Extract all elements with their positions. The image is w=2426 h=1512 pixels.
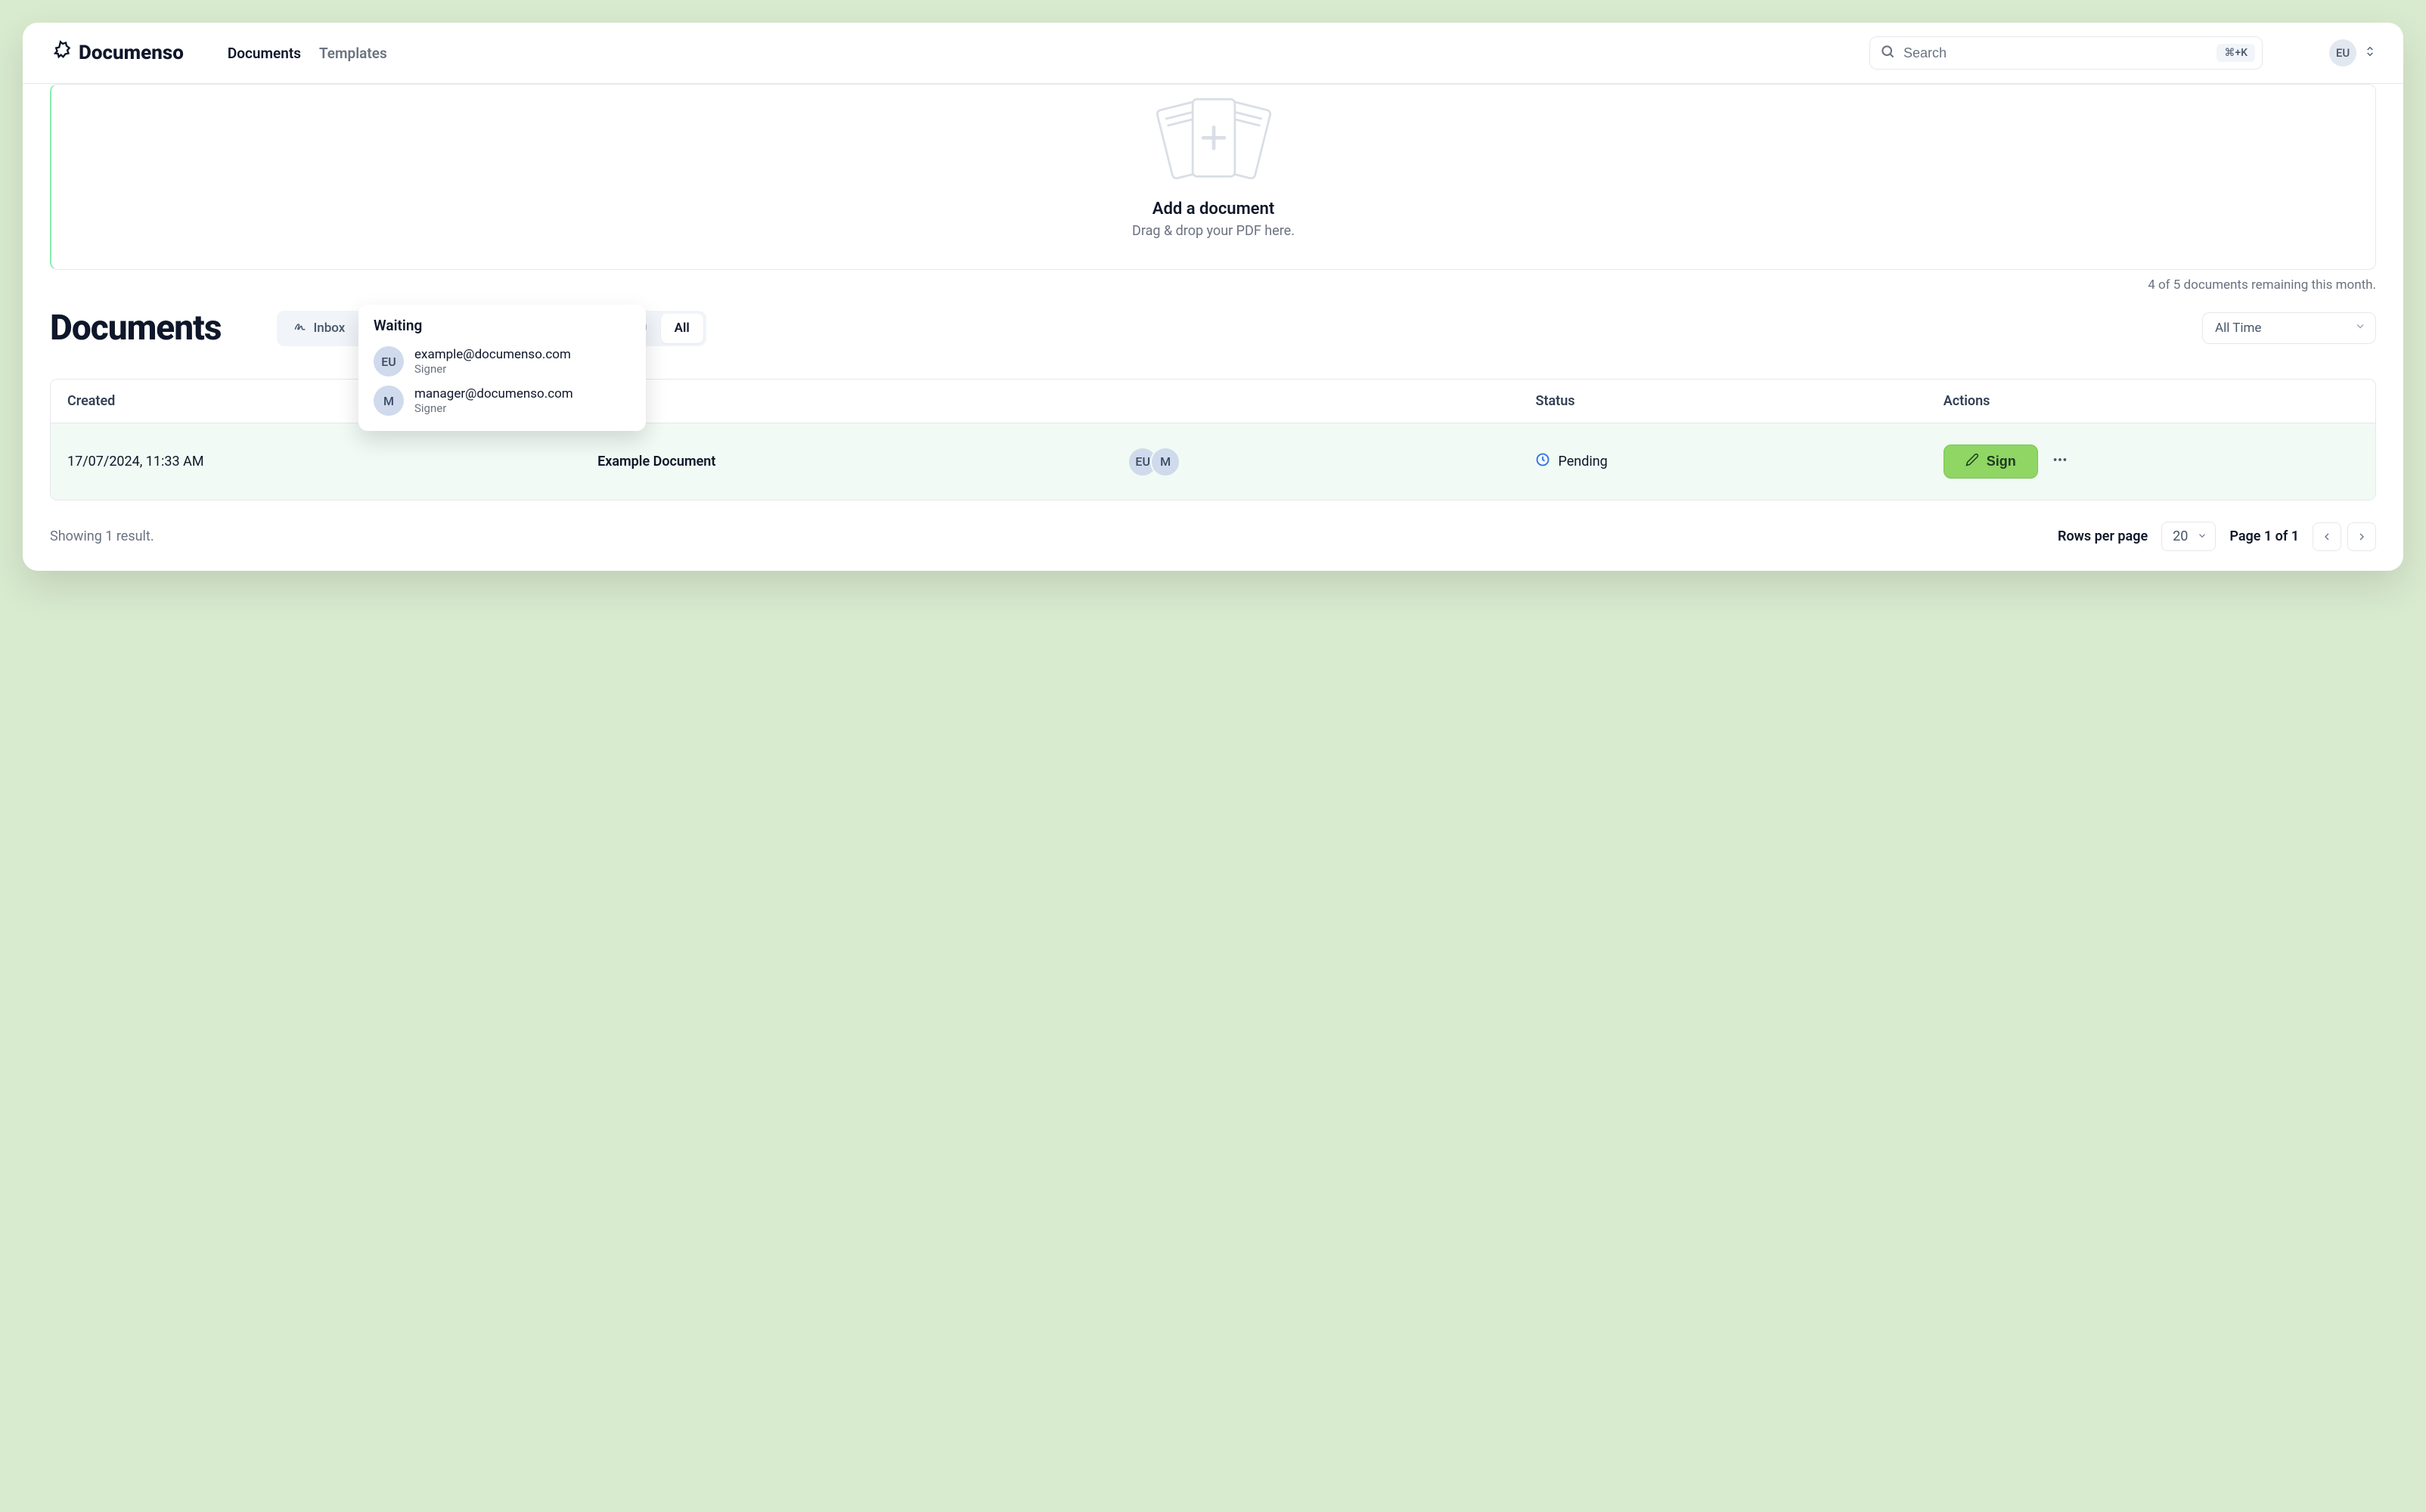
recipients-popover: Waiting EU example@documenso.com Signer … (358, 305, 646, 431)
sign-label: Sign (1987, 454, 2016, 469)
tab-all-label: All (675, 321, 690, 336)
time-filter-select[interactable]: All Time (2202, 312, 2376, 344)
user-menu[interactable]: EU (2329, 39, 2376, 67)
avatar-chip: M (1150, 447, 1180, 477)
user-avatar: EU (2329, 39, 2356, 67)
cell-actions: Sign (1927, 431, 2375, 492)
col-actions: Actions (1927, 380, 2375, 423)
search-shortcut: ⌘+K (2217, 44, 2255, 62)
content: Add a document Drag & drop your PDF here… (23, 84, 2403, 571)
tab-all[interactable]: All (661, 314, 703, 343)
brand[interactable]: Documenso (50, 40, 184, 67)
recipient-row: EU example@documenso.com Signer (374, 342, 631, 381)
cell-created: 17/07/2024, 11:33 AM (51, 440, 581, 483)
recipient-avatars[interactable]: EU M (1128, 447, 1502, 477)
table-footer: Showing 1 result. Rows per page 20 Page … (50, 522, 2376, 551)
chevron-down-icon (2354, 321, 2366, 336)
next-page-button[interactable] (2347, 522, 2376, 551)
prev-page-button[interactable] (2313, 522, 2341, 551)
rows-per-page-label: Rows per page (2058, 528, 2148, 544)
recipient-avatar: M (374, 386, 404, 416)
rows-per-page-select[interactable]: 20 (2161, 522, 2216, 551)
rows-value: 20 (2173, 528, 2188, 544)
app-window: Documenso Documents Templates ⌘+K EU (23, 23, 2403, 571)
pen-icon (1965, 453, 1979, 470)
dropzone[interactable]: Add a document Drag & drop your PDF here… (50, 84, 2376, 270)
recipient-email: example@documenso.com (414, 347, 571, 362)
recipient-row: M manager@documenso.com Signer (374, 381, 631, 420)
recipient-info: manager@documenso.com Signer (414, 386, 573, 415)
chevron-up-down-icon (2364, 45, 2376, 60)
nav: Documents Templates (228, 45, 387, 62)
results-text: Showing 1 result. (50, 528, 154, 544)
pager (2313, 522, 2376, 551)
cell-status: Pending (1519, 438, 1926, 485)
heading-row: Documents Inbox Draft 0 All (50, 308, 2376, 349)
tab-inbox-label: Inbox (313, 321, 345, 336)
dropzone-sub: Drag & drop your PDF here. (1132, 223, 1295, 239)
page-indicator: Page 1 of 1 (2229, 528, 2299, 544)
quota-text: 4 of 5 documents remaining this month. (50, 277, 2376, 293)
chevron-down-icon (2197, 528, 2207, 544)
time-filter-value: All Time (2215, 321, 2261, 336)
search-icon (1880, 44, 1895, 62)
search-wrap: ⌘+K (1869, 36, 2263, 70)
cell-title: Example Document (581, 440, 1111, 483)
sign-button[interactable]: Sign (1944, 445, 2038, 479)
page-title: Documents (50, 308, 221, 349)
col-title: Title (581, 380, 1111, 423)
table-row[interactable]: 17/07/2024, 11:33 AM Example Document EU… (51, 423, 2375, 500)
dropzone-title: Add a document (1153, 200, 1274, 218)
nav-documents[interactable]: Documents (228, 45, 301, 62)
recipient-role: Signer (414, 362, 571, 376)
nav-templates[interactable]: Templates (319, 45, 387, 62)
recipient-avatar: EU (374, 346, 404, 376)
brand-text: Documenso (79, 42, 184, 64)
recipient-info: example@documenso.com Signer (414, 347, 571, 376)
col-recipients (1111, 388, 1519, 415)
tab-inbox[interactable]: Inbox (280, 314, 358, 343)
col-status: Status (1519, 380, 1926, 423)
document-stack-icon (1131, 92, 1297, 194)
topbar: Documenso Documents Templates ⌘+K EU (23, 23, 2403, 84)
more-actions-button[interactable] (2052, 451, 2068, 472)
cell-recipients: EU M (1111, 433, 1519, 491)
brand-icon (50, 40, 71, 67)
signature-icon (293, 320, 307, 337)
popover-title: Waiting (374, 317, 631, 334)
clock-icon (1535, 452, 1550, 471)
recipient-email: manager@documenso.com (414, 386, 573, 401)
recipient-role: Signer (414, 401, 573, 415)
search-input[interactable] (1869, 36, 2263, 70)
status-text: Pending (1558, 454, 1607, 469)
